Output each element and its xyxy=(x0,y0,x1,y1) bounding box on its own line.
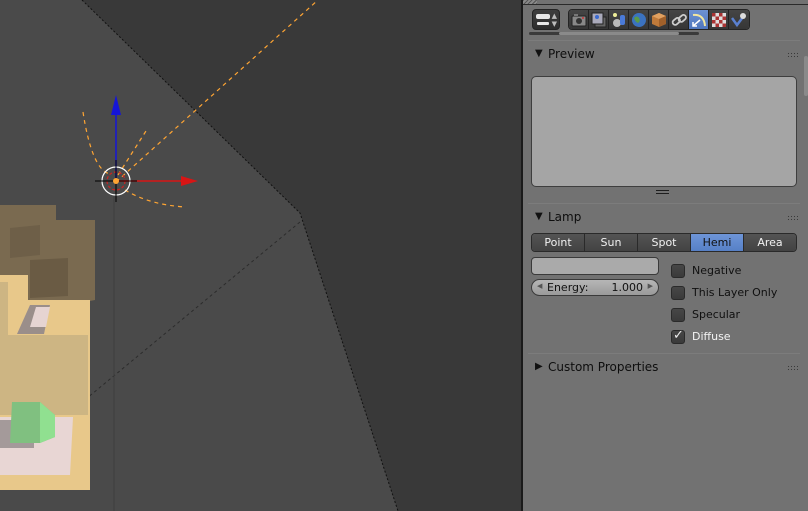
context-toggle-button[interactable]: ▲ ▼ xyxy=(532,9,560,30)
tab-object[interactable] xyxy=(649,10,669,29)
lamp-type-spot[interactable]: Spot xyxy=(638,234,691,251)
lamp-type-point[interactable]: Point xyxy=(532,234,585,251)
render-layers-icon xyxy=(591,12,607,28)
lamp-panel: ▼ Lamp Point Sun Spot Hemi Area ◀ Energy… xyxy=(528,203,800,353)
properties-header: ▲ ▼ xyxy=(523,0,808,37)
lamp-type-area[interactable]: Area xyxy=(744,234,796,251)
context-toggle-icon xyxy=(536,14,550,19)
custom-properties-panel: ▶ Custom Properties xyxy=(528,353,800,383)
drag-grip-icon[interactable] xyxy=(787,52,798,57)
preview-panel-header[interactable]: ▼ Preview xyxy=(528,45,800,65)
checker-texture-icon xyxy=(712,13,726,27)
triangle-down-icon: ▼ xyxy=(535,211,543,222)
physics-icon xyxy=(731,13,746,28)
link-icon xyxy=(671,14,687,26)
energy-field[interactable]: ◀ Energy: 1.000 ▶ xyxy=(531,279,659,296)
preview-render xyxy=(531,76,797,187)
tab-render-layers[interactable] xyxy=(589,10,609,29)
viewport-scene xyxy=(0,0,399,511)
panel-title: Custom Properties xyxy=(548,360,659,374)
tab-physics[interactable] xyxy=(729,10,749,29)
tab-render[interactable] xyxy=(569,10,589,29)
header-scrollbar[interactable] xyxy=(529,32,699,35)
context-tabs xyxy=(568,9,750,30)
lamp-panel-header[interactable]: ▼ Lamp xyxy=(528,208,800,228)
lamp-type-selector: Point Sun Spot Hemi Area xyxy=(531,233,797,252)
lamp-origin[interactable] xyxy=(113,178,119,184)
tab-scene[interactable] xyxy=(609,10,629,29)
decrement-arrow-icon[interactable]: ◀ xyxy=(537,282,542,290)
tab-world[interactable] xyxy=(629,10,649,29)
triangle-right-icon: ▶ xyxy=(535,361,543,372)
panel-title: Lamp xyxy=(548,210,582,224)
checkbox-label: Specular xyxy=(692,308,741,321)
chevron-up-icon: ▲ xyxy=(551,12,557,20)
checkbox-label: Negative xyxy=(692,264,742,277)
triangle-down-icon: ▼ xyxy=(535,48,543,59)
checkbox-box[interactable]: ✓ xyxy=(671,328,685,344)
tab-constraints[interactable] xyxy=(669,10,689,29)
checkbox-label: This Layer Only xyxy=(692,286,778,299)
chevron-down-icon: ▼ xyxy=(551,20,557,28)
camera-icon xyxy=(571,14,587,27)
panel-title: Preview xyxy=(548,47,595,61)
drag-grip-icon[interactable] xyxy=(787,215,798,220)
tab-lamp-data[interactable] xyxy=(689,10,709,29)
drag-grip-icon[interactable] xyxy=(787,365,798,370)
lamp-type-hemi[interactable]: Hemi xyxy=(691,234,744,251)
preview-panel: ▼ Preview xyxy=(528,40,800,202)
lamp-color-field[interactable] xyxy=(531,257,659,275)
checkbox-box[interactable] xyxy=(671,286,685,300)
checkbox-box[interactable] xyxy=(671,264,685,278)
checkbox-box[interactable] xyxy=(671,308,685,322)
lamp-type-sun[interactable]: Sun xyxy=(585,234,638,251)
3d-viewport[interactable] xyxy=(0,0,521,511)
checkmark-icon: ✓ xyxy=(673,328,684,343)
properties-scrollbar[interactable] xyxy=(804,56,808,96)
scene-objects[interactable] xyxy=(0,205,95,490)
scene-icon xyxy=(613,13,625,27)
checkbox-label: Diffuse xyxy=(692,330,731,343)
energy-value: 1.000 xyxy=(611,281,644,294)
preview-resize-handle[interactable] xyxy=(656,190,669,194)
world-icon xyxy=(632,13,646,27)
tab-texture[interactable] xyxy=(709,10,729,29)
energy-label: Energy: xyxy=(547,281,589,294)
lamp-data-icon xyxy=(692,13,706,27)
cube-icon xyxy=(652,13,666,27)
custom-properties-panel-header[interactable]: ▶ Custom Properties xyxy=(528,358,800,378)
properties-editor: ▲ ▼ ▼ Preview ▼ Lamp Point Sun Spot Hemi… xyxy=(523,0,808,511)
increment-arrow-icon[interactable]: ▶ xyxy=(648,282,653,290)
